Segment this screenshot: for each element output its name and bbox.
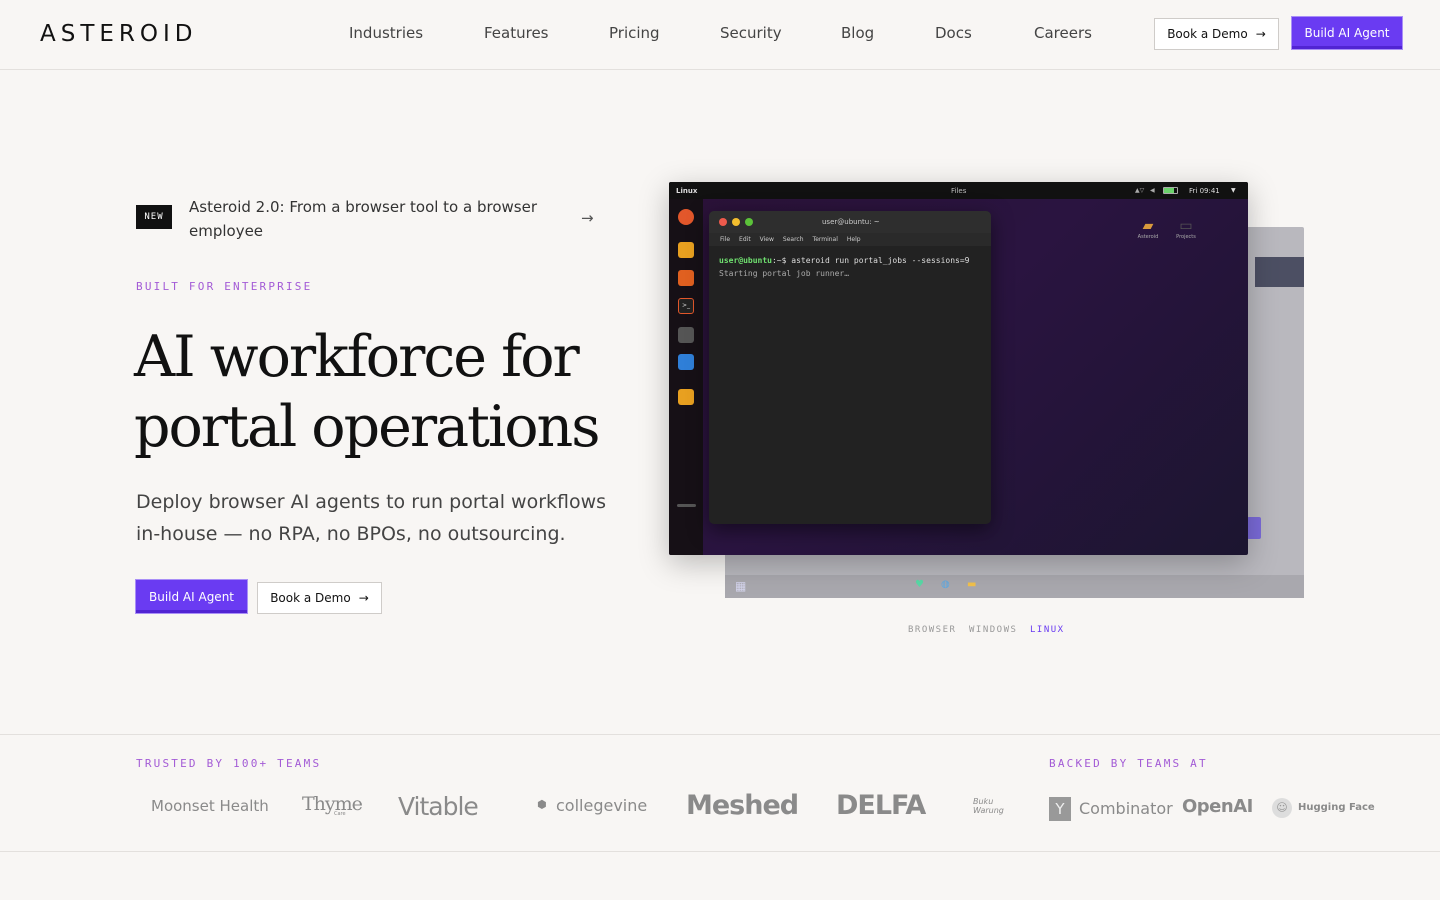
hero-eyebrow: BUILT FOR ENTERPRISE: [136, 280, 313, 293]
terminal-title: user@ubuntu: ~: [822, 218, 880, 226]
logo-meshed: Meshed: [686, 790, 799, 821]
clock: Fri 09:41: [1189, 186, 1220, 195]
hero-book-demo-button[interactable]: Book a Demo →: [257, 582, 382, 614]
logo-hugging-face: Hugging Face: [1298, 802, 1375, 813]
header-book-demo-button[interactable]: Book a Demo →: [1154, 18, 1279, 50]
chevron-down-icon: ▼: [1231, 187, 1236, 194]
logo-delfa: DELFA: [836, 790, 926, 821]
settings-gear-icon[interactable]: [678, 327, 694, 343]
header-book-demo-label: Book a Demo: [1167, 27, 1248, 41]
folder-icon: ▰: [1142, 218, 1154, 234]
desktop-icon-label: Asteroid: [1137, 234, 1159, 240]
ycombinator-icon: Y: [1049, 797, 1071, 821]
announcement-link[interactable]: Asteroid 2.0: From a browser tool to a b…: [189, 195, 569, 243]
close-window-icon[interactable]: [719, 218, 727, 226]
logo-vitable: Vitable: [398, 792, 479, 821]
logo-thyme: Thyme: [302, 793, 363, 815]
tab-browser[interactable]: BROWSER: [908, 625, 956, 635]
header-build-agent-button[interactable]: Build AI Agent: [1292, 17, 1402, 49]
firefox-icon[interactable]: [678, 270, 694, 286]
wifi-icon: ▲▽: [1135, 187, 1145, 194]
terminal-menu-edit[interactable]: Edit: [739, 236, 751, 243]
nav-industries[interactable]: Industries: [349, 24, 423, 42]
window-title: Files: [951, 186, 967, 195]
desktop-icon-projects[interactable]: ▭ Projects: [1174, 218, 1198, 240]
terminal-command-line: user@ubuntu:~$ asteroid run portal_jobs …: [709, 246, 991, 265]
arrow-right-icon: →: [358, 591, 369, 605]
terminal-menu-view[interactable]: View: [760, 236, 774, 243]
prompt-user: user@ubuntu: [719, 256, 772, 265]
linux-dock: >_: [669, 199, 703, 555]
volume-icon: ◀: [1150, 187, 1155, 194]
hero-build-agent-button[interactable]: Build AI Agent: [136, 580, 247, 613]
nav-features[interactable]: Features: [484, 24, 549, 42]
terminal-menu-help[interactable]: Help: [847, 236, 861, 243]
hero-subheadline: Deploy browser AI agents to run portal w…: [136, 491, 607, 545]
windows-taskbar: ▦ ♥ ◍ ▬: [725, 575, 1304, 598]
hugging-face-icon: ☺: [1272, 798, 1292, 818]
new-badge: NEW: [136, 205, 172, 229]
logo-moonset-health: Moonset Health: [151, 797, 269, 815]
battery-icon: [1163, 187, 1178, 194]
folder-icon[interactable]: [678, 354, 694, 370]
terminal-menu-file[interactable]: File: [720, 236, 730, 243]
terminal-menu: File Edit View Search Terminal Help: [709, 233, 991, 246]
nav-careers[interactable]: Careers: [1034, 24, 1092, 42]
preview-header-bar: [1255, 257, 1304, 287]
nav-docs[interactable]: Docs: [935, 24, 972, 42]
desktop-icon-label: Projects: [1176, 234, 1196, 240]
hero-headline: AI workforce for portal operations: [134, 324, 600, 460]
arrow-right-icon: →: [1255, 27, 1266, 41]
brand-logo[interactable]: ASTEROID: [40, 21, 198, 47]
nav-security[interactable]: Security: [720, 24, 782, 42]
tab-windows[interactable]: WINDOWS: [969, 625, 1017, 635]
backed-label: BACKED BY TEAMS AT: [1049, 757, 1208, 770]
tab-linux[interactable]: LINUX: [1030, 625, 1065, 635]
desktop-icon-asteroid[interactable]: ▰ Asteroid: [1136, 218, 1160, 240]
maximize-window-icon[interactable]: [745, 218, 753, 226]
terminal-command: asteroid run portal_jobs --sessions=9: [791, 256, 970, 265]
minimize-window-icon[interactable]: [732, 218, 740, 226]
site-header: ASTEROID Industries Features Pricing Sec…: [0, 0, 1440, 70]
collegevine-icon: ⬢: [537, 798, 547, 811]
files-icon[interactable]: [678, 242, 694, 258]
nav-blog[interactable]: Blog: [841, 24, 874, 42]
logo-combinator: Combinator: [1079, 799, 1173, 818]
show-apps-icon[interactable]: [677, 504, 696, 507]
folder-icon: ▬: [967, 579, 977, 590]
terminal-menu-search[interactable]: Search: [783, 236, 804, 243]
preview-submit-button: [1247, 517, 1261, 539]
logo-buku-warung: Buku Warung: [973, 797, 1004, 815]
taskbar-app-icon: ♥: [915, 579, 924, 590]
archive-icon[interactable]: [678, 389, 694, 405]
terminal-icon[interactable]: >_: [678, 298, 694, 314]
nav-pricing[interactable]: Pricing: [609, 24, 660, 42]
linux-top-bar: Linux Files ▲▽ ◀ Fri 09:41 ▼: [669, 182, 1248, 199]
trusted-label: TRUSTED BY 100+ TEAMS: [136, 757, 322, 770]
prompt-path: :~$: [771, 256, 787, 265]
linux-desktop-screenshot: Linux Files ▲▽ ◀ Fri 09:41 ▼ >_ user@ubu…: [669, 182, 1248, 555]
logo-collegevine: collegevine: [556, 796, 648, 815]
ubuntu-logo-icon[interactable]: [678, 209, 694, 225]
arrow-right-icon[interactable]: →: [581, 209, 594, 227]
logo-thyme-care: Care: [334, 811, 346, 817]
folder-icon: ▭: [1179, 218, 1193, 234]
terminal-window[interactable]: user@ubuntu: ~ File Edit View Search Ter…: [709, 211, 991, 524]
os-label: Linux: [676, 186, 698, 195]
logo-openai: OpenAI: [1182, 796, 1253, 817]
terminal-menu-terminal[interactable]: Terminal: [813, 236, 838, 243]
browser-icon: ◍: [941, 579, 950, 590]
terminal-titlebar: user@ubuntu: ~: [709, 211, 991, 233]
hero-book-demo-label: Book a Demo: [270, 591, 351, 605]
windows-start-icon: ▦: [735, 579, 747, 593]
terminal-output: Starting portal job runner…: [719, 269, 850, 278]
